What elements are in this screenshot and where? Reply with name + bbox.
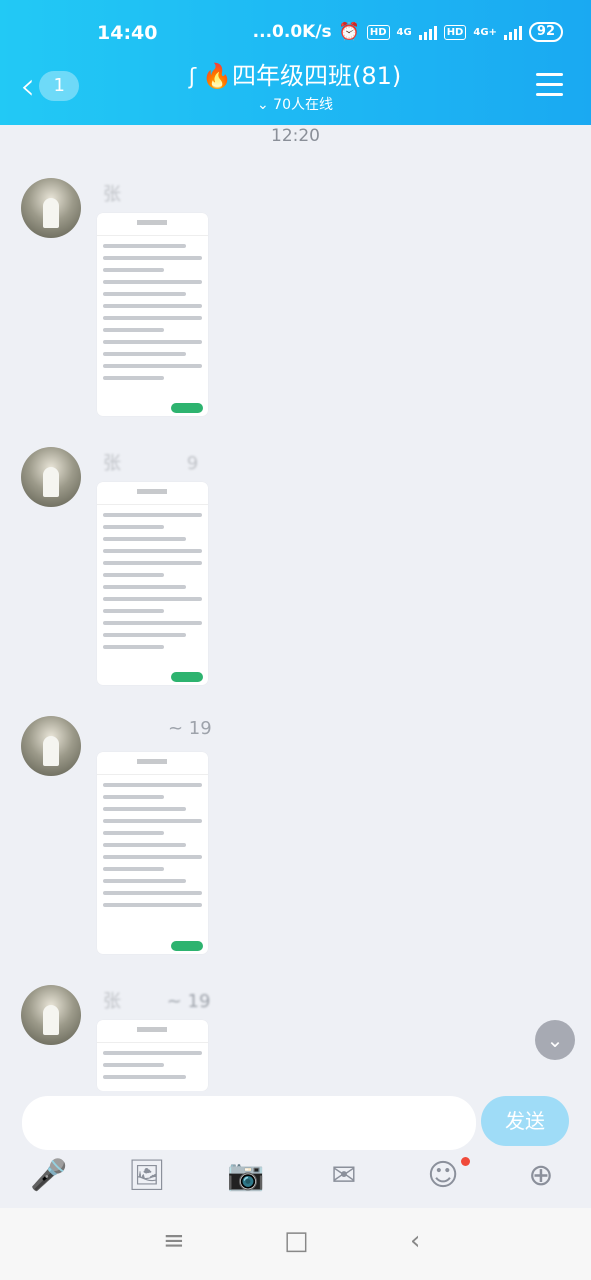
sender-name: 张 9 <box>103 449 198 475</box>
avatar[interactable] <box>21 985 81 1045</box>
status-time: 14:40 <box>97 22 158 44</box>
signal-icon <box>418 24 437 40</box>
sender-suffix: 9 <box>186 453 199 474</box>
alarm-icon: ⏰ <box>338 22 360 42</box>
avatar[interactable] <box>21 716 81 776</box>
menu-button[interactable] <box>536 73 563 103</box>
input-toolbar: 🎤 🖼 📷 ✉ ☺ ⊕ <box>0 1156 591 1208</box>
emoji-icon[interactable]: ☺ <box>423 1156 463 1196</box>
menu-icon-bar <box>536 83 563 86</box>
back-icon[interactable]: ‹ <box>410 1226 420 1256</box>
back-button[interactable]: ‹ 1 <box>20 64 80 108</box>
hd-badge-1: HD <box>366 24 390 40</box>
group-name: 四年级四班(81) <box>232 62 402 90</box>
message-list[interactable]: 12:20 张 张 9 ~ 19 张 ~ 19 <box>0 125 591 1091</box>
sender-suffix: ~ 19 <box>168 718 212 739</box>
image-header <box>97 482 208 505</box>
sender-name: 张 <box>103 180 121 206</box>
sender-suffix: ~ 19 <box>166 991 211 1012</box>
avatar[interactable] <box>21 447 81 507</box>
chat-title-area[interactable]: ʃ 🔥四年级四班(81) ⌄ 70人在线 <box>145 59 445 115</box>
page-title: ʃ 🔥四年级四班(81) <box>145 59 445 95</box>
fire-icon: 🔥 <box>202 62 232 90</box>
send-button[interactable]: 发送 <box>481 1096 569 1146</box>
recents-icon[interactable]: ≡ <box>163 1226 185 1256</box>
signal-icon-2 <box>503 24 522 40</box>
ear-icon: ʃ <box>188 65 197 90</box>
menu-icon-bar <box>536 93 563 96</box>
network-type-2: 4G+ <box>473 26 497 38</box>
sender-name-text: 张 <box>103 991 121 1012</box>
hd-badge-2: HD <box>443 24 467 40</box>
network-type-1: 4G <box>396 26 412 38</box>
network-speed: ...0.0K/s <box>252 22 332 42</box>
image-header <box>97 213 208 236</box>
unread-badge: 1 <box>39 71 80 101</box>
online-count: ⌄ 70人在线 <box>145 95 445 115</box>
avatar[interactable] <box>21 178 81 238</box>
home-icon[interactable]: □ <box>284 1226 309 1256</box>
image-header <box>97 1020 208 1043</box>
system-navigation-bar: ≡ □ ‹ <box>0 1208 591 1280</box>
menu-icon-bar <box>536 73 563 76</box>
camera-icon[interactable]: 📷 <box>226 1156 266 1196</box>
message-input[interactable] <box>22 1096 476 1150</box>
image-header <box>97 752 208 775</box>
message-timestamp: 12:20 <box>271 126 320 146</box>
battery-icon: 92 <box>528 22 563 42</box>
plus-icon[interactable]: ⊕ <box>521 1156 561 1196</box>
image-icon[interactable]: 🖼 <box>127 1156 167 1196</box>
image-message[interactable] <box>97 213 208 416</box>
sender-name: 张 ~ 19 <box>103 987 210 1013</box>
chevron-down-circle-icon: ⌄ <box>256 97 269 113</box>
chevron-down-icon: ⌄ <box>546 1028 564 1052</box>
image-message[interactable] <box>97 482 208 685</box>
mic-icon[interactable]: 🎤 <box>29 1156 69 1196</box>
red-packet-icon[interactable]: ✉ <box>324 1156 364 1196</box>
sender-name: ~ 19 <box>168 718 212 739</box>
chat-header: 14:40 ...0.0K/s ⏰ HD 4G HD 4G+ 92 ‹ 1 ʃ 🔥… <box>0 0 591 125</box>
notification-dot <box>461 1157 470 1166</box>
composer: 发送 <box>0 1091 591 1156</box>
image-message[interactable] <box>97 752 208 954</box>
sender-name-text: 张 <box>103 453 121 474</box>
nav-bar: ‹ 1 ʃ 🔥四年级四班(81) ⌄ 70人在线 <box>0 57 591 123</box>
scroll-to-bottom-button[interactable]: ⌄ <box>535 1020 575 1060</box>
image-message[interactable] <box>97 1020 208 1091</box>
online-count-text: 70人在线 <box>273 97 333 113</box>
chevron-left-icon: ‹ <box>20 64 36 108</box>
sender-name-text: 张 <box>103 184 121 205</box>
status-indicators: ...0.0K/s ⏰ HD 4G HD 4G+ 92 <box>253 22 563 42</box>
